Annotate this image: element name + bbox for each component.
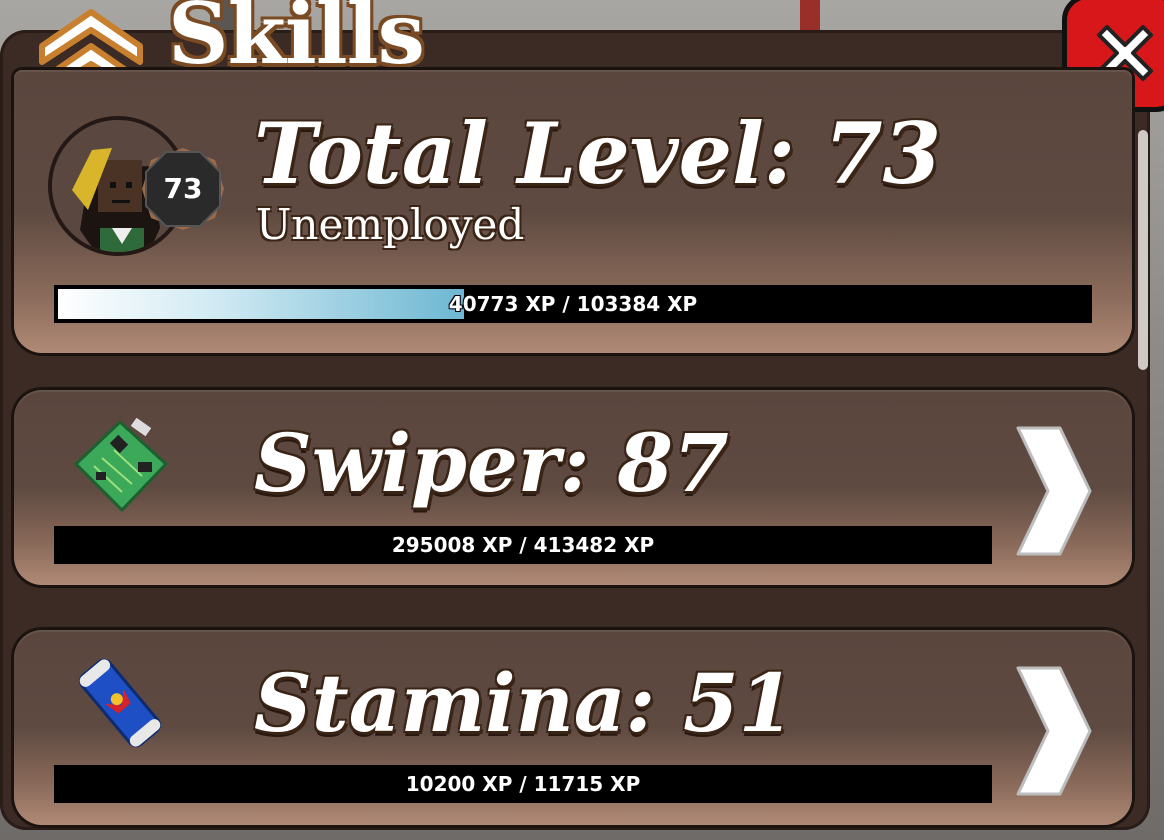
skill-xp-text-swiper: 295008 XP / 413482 XP <box>391 533 655 557</box>
total-level-title: Total Level: 73 <box>254 104 942 203</box>
skill-xp-text-stamina: 10200 XP / 11715 XP <box>405 772 641 796</box>
chevron-right-icon[interactable] <box>1014 664 1094 798</box>
scrollbar[interactable] <box>1138 130 1148 370</box>
skill-xp-bar-stamina: 10200 XP / 11715 XP <box>54 765 992 803</box>
skill-title-swiper: Swiper: 87 <box>254 416 729 510</box>
chevron-right-icon[interactable] <box>1014 424 1094 558</box>
skill-xp-bar-swiper: 295008 XP / 413482 XP <box>54 526 992 564</box>
job-label: Unemployed <box>256 200 525 249</box>
circuit-board-icon <box>73 418 169 513</box>
skill-title-stamina: Stamina: 51 <box>254 656 795 750</box>
total-xp-bar: 40773 XP / 103384 XP <box>54 285 1092 323</box>
level-badge: 73 <box>140 146 226 232</box>
total-xp-text: 40773 XP / 103384 XP <box>448 292 698 316</box>
level-badge-value: 73 <box>163 172 203 205</box>
energy-drink-icon <box>79 658 161 748</box>
